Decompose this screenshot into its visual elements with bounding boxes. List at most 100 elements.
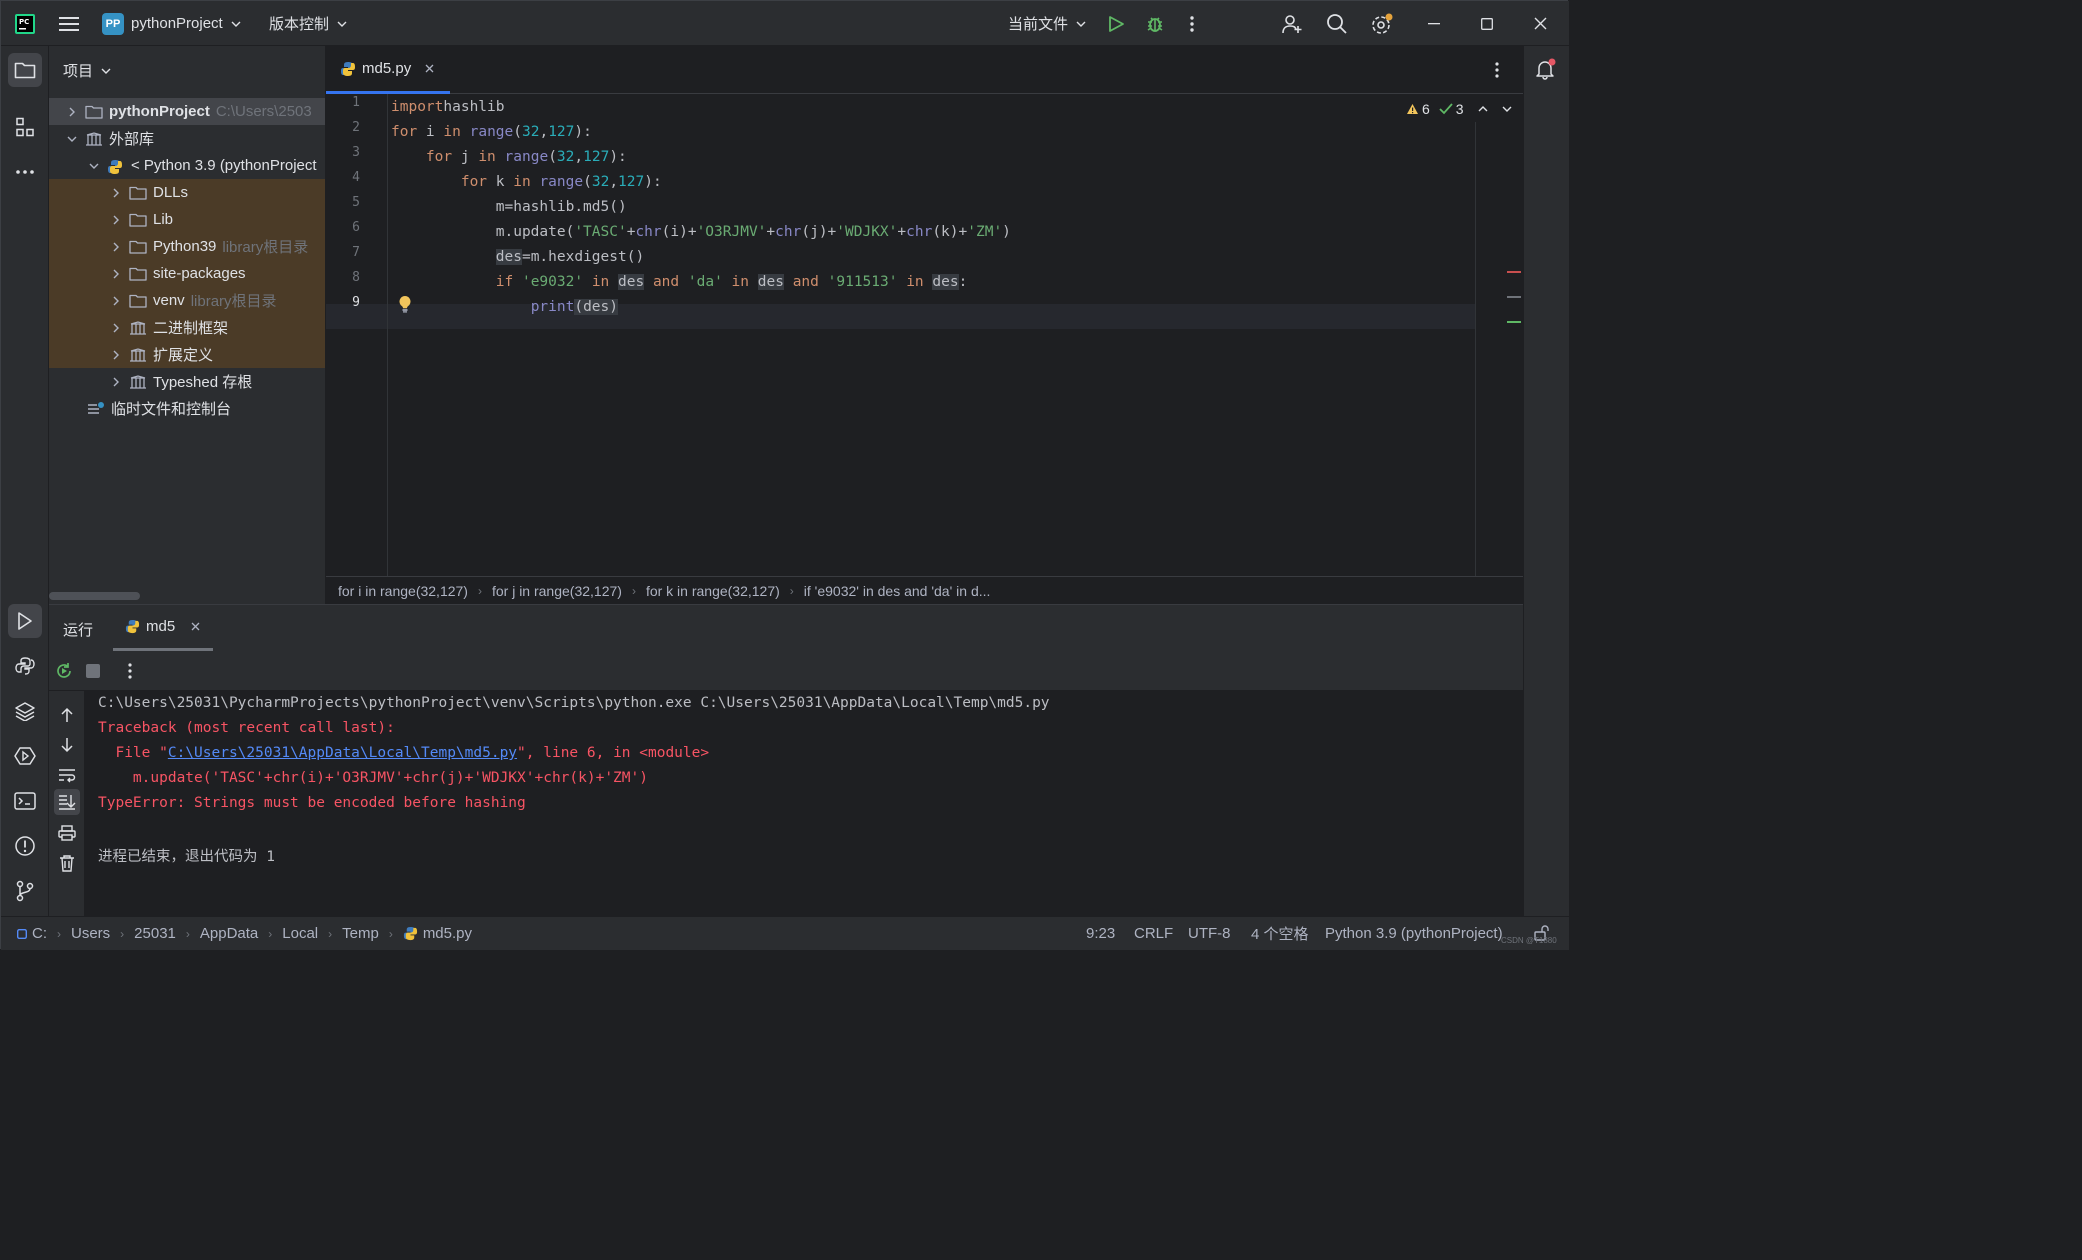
breadcrumb-item[interactable]: for i in range(32,127) (338, 583, 468, 599)
chevron-up-icon[interactable] (1478, 106, 1488, 112)
search-icon[interactable] (1326, 1, 1347, 46)
python-packages-button[interactable] (8, 694, 42, 728)
tree-item-lib[interactable]: Lib (49, 206, 325, 233)
problems-button[interactable] (8, 829, 42, 863)
tree-item-venv[interactable]: venv library根目录 (49, 287, 325, 314)
folder-icon (129, 267, 147, 281)
console-code-line: m.update('TASC'+chr(i)+'O3RJMV'+chr(j)+'… (98, 770, 648, 786)
code-line[interactable]: m.update('TASC'+chr(i)+'O3RJMV'+chr(j)+'… (391, 220, 1011, 245)
path-item[interactable]: AppData (200, 925, 258, 942)
file-prefix: File " (98, 745, 168, 761)
close-window-icon[interactable] (1534, 1, 1547, 46)
tree-item-python-sdk[interactable]: < Python 3.9 (pythonProject (49, 152, 325, 179)
tree-item-root[interactable]: pythonProject C:\Users\2503 (49, 98, 325, 125)
close-icon[interactable] (191, 622, 200, 631)
path-item[interactable]: Local (282, 925, 318, 942)
trash-icon[interactable] (59, 854, 75, 875)
project-switcher[interactable]: PP pythonProject (102, 1, 241, 46)
pycharm-logo-icon[interactable]: PC (15, 1, 35, 46)
add-user-icon[interactable] (1281, 1, 1303, 46)
tree-item-extensions[interactable]: 扩展定义 (49, 341, 325, 368)
terminal-button[interactable] (8, 784, 42, 818)
scratches-icon (87, 401, 105, 416)
indent-setting[interactable]: 4 个空格 (1251, 917, 1309, 950)
right-margin-guide (1475, 122, 1476, 576)
tree-item-python39[interactable]: Python39 library根目录 (49, 233, 325, 260)
python-console-button[interactable] (8, 649, 42, 683)
vcs-menu[interactable]: 版本控制 (269, 1, 347, 46)
services-button[interactable] (8, 739, 42, 773)
code-line[interactable]: importhashlib (391, 95, 505, 120)
scroll-to-end-button[interactable] (54, 789, 80, 815)
code-line[interactable]: if 'e9032' in des and 'da' in des and '9… (391, 270, 967, 295)
path-item[interactable]: Temp (342, 925, 379, 942)
tab-md5-py[interactable]: md5.py (326, 46, 450, 94)
path-item[interactable]: md5.py (423, 925, 472, 942)
tree-item-dlls[interactable]: DLLs (49, 179, 325, 206)
print-icon[interactable] (58, 825, 76, 844)
code-line[interactable]: for k in range(32,127): (391, 170, 662, 195)
tree-item-site-packages[interactable]: site-packages (49, 260, 325, 287)
tree-item-external-libs[interactable]: 外部库 (49, 125, 325, 152)
stop-icon[interactable] (86, 664, 100, 681)
code-line[interactable]: des=m.hexdigest() (391, 245, 644, 270)
path-item[interactable]: C: (32, 925, 47, 942)
interpreter-selector[interactable]: Python 3.9 (pythonProject) (1325, 917, 1503, 950)
run-config-label: 当前文件 (1008, 16, 1069, 33)
notifications-icon[interactable] (1535, 58, 1557, 83)
tree-item-typeshed[interactable]: Typeshed 存根 (49, 368, 325, 395)
code-line[interactable]: m=hashlib.md5() (391, 195, 627, 220)
project-tool-button[interactable] (8, 53, 42, 87)
more-tools-button[interactable] (8, 155, 42, 189)
file-encoding[interactable]: UTF-8 (1188, 917, 1231, 950)
chevron-down-icon[interactable] (1502, 106, 1512, 112)
breadcrumb-item[interactable]: for j in range(32,127) (492, 583, 622, 599)
terminal-icon (14, 792, 36, 810)
run-tool-button[interactable] (8, 604, 42, 638)
git-button[interactable] (8, 874, 42, 908)
close-icon[interactable] (425, 64, 434, 73)
minimize-icon[interactable] (1428, 1, 1440, 46)
tree-item-binary-frameworks[interactable]: 二进制框架 (49, 314, 325, 341)
stripe-marker[interactable] (1507, 321, 1521, 323)
line-number: 7 (352, 245, 360, 260)
code-line[interactable]: for i in range(32,127): (391, 120, 592, 145)
caret-position[interactable]: 9:23 (1086, 917, 1115, 950)
stripe-marker[interactable] (1507, 296, 1521, 298)
git-branch-icon (15, 880, 35, 902)
file-link[interactable]: C:\Users\25031\AppData\Local\Temp\md5.py (168, 745, 517, 761)
chevron-right-icon (109, 321, 123, 335)
tree-item-scratches[interactable]: 临时文件和控制台 (49, 395, 325, 422)
more-actions-icon[interactable] (1189, 1, 1195, 46)
debug-icon[interactable] (1145, 1, 1165, 46)
tree-item-label: site-packages (153, 265, 246, 282)
error-stripe-marker[interactable] (1507, 271, 1521, 273)
main-menu-icon[interactable] (59, 1, 79, 46)
path-item[interactable]: Users (71, 925, 110, 942)
more-actions-icon[interactable] (127, 662, 133, 683)
line-separator[interactable]: CRLF (1134, 917, 1173, 950)
tab-options-icon[interactable] (1494, 61, 1500, 82)
run-tab-md5[interactable]: md5 (113, 605, 213, 651)
horizontal-scrollbar[interactable] (49, 592, 140, 600)
inspection-widget[interactable]: 6 3 (1406, 101, 1512, 117)
chevron-down-icon (87, 159, 101, 173)
settings-icon[interactable] (1370, 1, 1394, 46)
code-line[interactable]: for j in range(32,127): (391, 145, 627, 170)
run-config-selector[interactable]: 当前文件 (1008, 1, 1086, 46)
code-line[interactable]: print(des) (391, 295, 619, 320)
chevron-right-icon (109, 213, 123, 227)
arrow-down-icon[interactable] (60, 737, 74, 756)
soft-wrap-icon[interactable] (58, 767, 76, 786)
project-view-selector[interactable]: 项目 (63, 60, 111, 81)
breadcrumb-item[interactable]: for k in range(32,127) (646, 583, 780, 599)
maximize-icon[interactable] (1481, 1, 1493, 46)
structure-tool-button[interactable] (8, 110, 42, 144)
arrow-up-icon[interactable] (60, 707, 74, 726)
folder-icon (129, 240, 147, 254)
rerun-icon[interactable] (55, 662, 73, 683)
run-icon[interactable] (1107, 1, 1125, 46)
python-file-icon (403, 926, 418, 941)
breadcrumb-item[interactable]: if 'e9032' in des and 'da' in d... (804, 583, 991, 599)
path-item[interactable]: 25031 (134, 925, 176, 942)
